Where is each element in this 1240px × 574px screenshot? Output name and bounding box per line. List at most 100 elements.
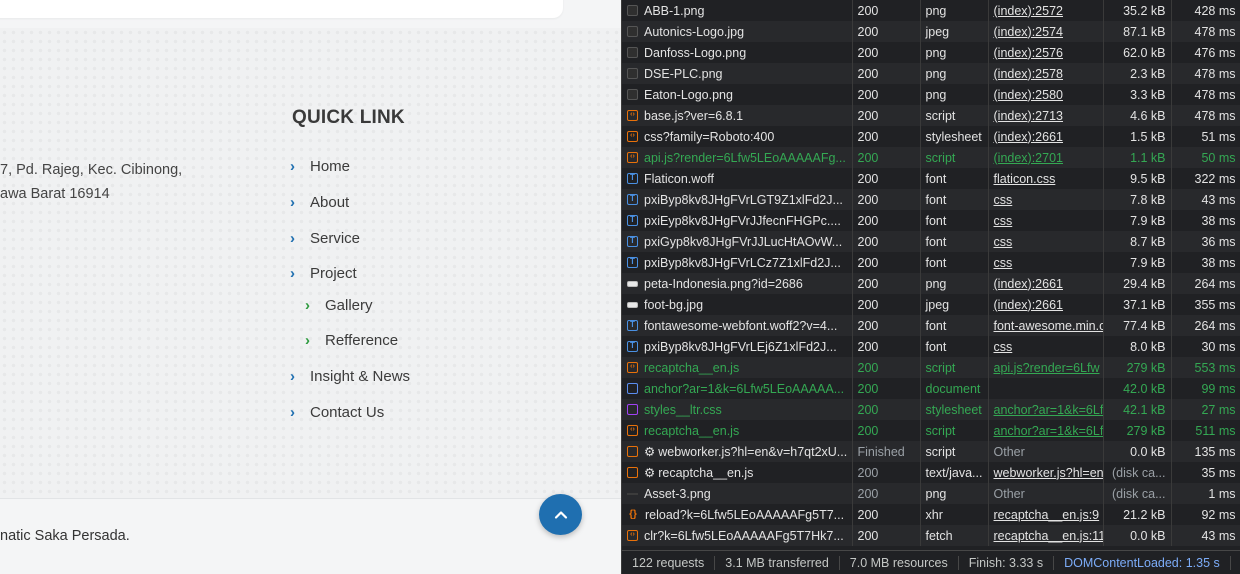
initiator-link[interactable]: (index):2661 [994,277,1064,291]
request-name-cell[interactable]: foot-bg.jpg [622,294,853,315]
footer-link-about[interactable]: › About [290,194,349,211]
initiator-link[interactable]: flaticon.css [994,172,1056,186]
request-name-cell[interactable]: Autonics-Logo.jpg [622,21,853,42]
request-name-cell[interactable]: DSE-PLC.png [622,63,853,84]
initiator-cell[interactable]: api.js?render=6Lfw [988,357,1104,378]
network-request-row[interactable]: styles__ltr.css 200 stylesheet anchor?ar=1&… [622,399,1240,420]
initiator-cell[interactable]: (index):2576 [988,42,1104,63]
initiator-link[interactable]: css [994,235,1013,249]
initiator-link[interactable]: css [994,193,1013,207]
network-request-row[interactable]: peta-Indonesia.png?id=2686 200 png (index):… [622,273,1240,294]
network-request-row[interactable]: Eaton-Logo.png 200 png (index):2580 3.3 kB 47… [622,84,1240,105]
initiator-link[interactable]: (index):2572 [994,4,1064,18]
request-name-cell[interactable]: TpxiByp8kv8JHgFVrLCz7Z1xlFd2J... [622,252,853,273]
initiator-cell[interactable]: (index):2578 [988,63,1104,84]
network-request-row[interactable]: TpxiByp8kv8JHgFVrLGT9Z1xlFd2J... 200 font c… [622,189,1240,210]
initiator-cell[interactable]: css [988,252,1104,273]
initiator-link[interactable]: recaptcha__en.js:9 [994,508,1100,522]
network-request-row[interactable]: TpxiGyp8kv8JHgFVrJJLucHtAOvW... 200 font cs… [622,231,1240,252]
network-request-row[interactable]: Asset-3.png 200 png Other (disk ca... 1 ms [622,483,1240,504]
network-request-row[interactable]: ‹› css?family=Roboto:400 200 stylesheet (ind… [622,126,1240,147]
footer-link-gallery[interactable]: › Gallery [305,297,373,314]
initiator-cell[interactable]: css [988,189,1104,210]
initiator-cell[interactable]: (index):2701 [988,147,1104,168]
footer-link-insight-news[interactable]: › Insight & News [290,368,410,385]
network-request-row[interactable]: Tfontawesome-webfont.woff2?v=4... 200 font… [622,315,1240,336]
initiator-cell[interactable]: font-awesome.min.c [988,315,1104,336]
initiator-cell[interactable]: flaticon.css [988,168,1104,189]
request-name-cell[interactable]: ‹› recaptcha__en.js [622,420,853,441]
network-request-row[interactable]: anchor?ar=1&k=6Lfw5LEoAAAAA... 200 documen… [622,378,1240,399]
request-name-cell[interactable]: styles__ltr.css [622,399,853,420]
network-request-row[interactable]: TpxiByp8kv8JHgFVrLEj6Z1xlFd2J... 200 font c… [622,336,1240,357]
initiator-cell[interactable]: (index):2661 [988,294,1104,315]
footer-link-project[interactable]: › Project [290,265,357,282]
initiator-link[interactable]: api.js?render=6Lfw [994,361,1100,375]
initiator-link[interactable]: (index):2661 [994,130,1064,144]
initiator-link[interactable]: (index):2701 [994,151,1064,165]
initiator-cell[interactable]: anchor?ar=1&k=6Lf [988,399,1104,420]
network-request-row[interactable]: TpxiEyp8kv8JHgFVrJJfecnFHGPc.... 200 font c… [622,210,1240,231]
request-name-cell[interactable]: ABB-1.png [622,0,853,21]
initiator-cell[interactable]: recaptcha__en.js:9 [988,504,1104,525]
network-request-row[interactable]: ‹› recaptcha__en.js 200 script api.js?render… [622,357,1240,378]
footer-link-home[interactable]: › Home [290,158,350,175]
footer-link-contact-us[interactable]: › Contact Us [290,404,384,421]
network-request-row[interactable]: ‹› recaptcha__en.js 200 script anchor?ar=1&k… [622,420,1240,441]
request-name-cell[interactable]: T Flaticon.woff [622,168,853,189]
initiator-cell[interactable]: css [988,336,1104,357]
request-name-cell[interactable]: Tfontawesome-webfont.woff2?v=4... [622,315,853,336]
initiator-link[interactable]: anchor?ar=1&k=6Lf [994,424,1103,438]
request-name-cell[interactable]: ⚙ recaptcha__en.js [622,462,853,483]
initiator-cell[interactable]: webworker.js?hl=en [988,462,1104,483]
network-request-row[interactable]: DSE-PLC.png 200 png (index):2578 2.3 kB 478 m… [622,63,1240,84]
request-name-cell[interactable]: {} reload?k=6Lfw5LEoAAAAAFg5T7... [622,504,853,525]
request-name-cell[interactable]: ⚙ webworker.js?hl=en&v=h7qt2xU... [622,441,853,462]
request-name-cell[interactable]: TpxiByp8kv8JHgFVrLEj6Z1xlFd2J... [622,336,853,357]
initiator-cell[interactable]: (index):2580 [988,84,1104,105]
initiator-link[interactable]: (index):2576 [994,46,1064,60]
network-request-row[interactable]: ⚙ webworker.js?hl=en&v=h7qt2xU... Finished… [622,441,1240,462]
request-name-cell[interactable]: ‹› recaptcha__en.js [622,357,853,378]
initiator-cell[interactable] [988,378,1104,399]
network-request-row[interactable]: {} reload?k=6Lfw5LEoAAAAAFg5T7... 200 xhr re… [622,504,1240,525]
initiator-cell[interactable]: (index):2572 [988,0,1104,21]
initiator-cell[interactable]: (index):2574 [988,21,1104,42]
request-name-cell[interactable]: TpxiByp8kv8JHgFVrLGT9Z1xlFd2J... [622,189,853,210]
request-name-cell[interactable]: anchor?ar=1&k=6Lfw5LEoAAAAA... [622,378,853,399]
network-request-row[interactable]: T Flaticon.woff 200 font flaticon.css 9.5 kB 3… [622,168,1240,189]
request-name-cell[interactable]: ‹› clr?k=6Lfw5LEoAAAAAFg5T7Hk7... [622,525,853,546]
initiator-cell[interactable]: (index):2661 [988,273,1104,294]
initiator-cell[interactable]: (index):2661 [988,126,1104,147]
request-name-cell[interactable]: Eaton-Logo.png [622,84,853,105]
network-request-row[interactable]: ‹› base.js?ver=6.8.1 200 script (index):2713… [622,105,1240,126]
network-request-row[interactable]: ‹› clr?k=6Lfw5LEoAAAAAFg5T7Hk7... 200 fetch… [622,525,1240,546]
footer-link-service[interactable]: › Service [290,230,360,247]
initiator-cell[interactable]: css [988,231,1104,252]
network-request-row[interactable]: TpxiByp8kv8JHgFVrLCz7Z1xlFd2J... 200 font c… [622,252,1240,273]
network-request-row[interactable]: foot-bg.jpg 200 jpeg (index):2661 37.1 kB 355… [622,294,1240,315]
initiator-link[interactable]: recaptcha__en.js:11 [994,529,1103,543]
request-name-cell[interactable]: ‹› css?family=Roboto:400 [622,126,853,147]
initiator-link[interactable]: css [994,214,1013,228]
request-name-cell[interactable]: Danfoss-Logo.png [622,42,853,63]
initiator-link[interactable]: webworker.js?hl=en [994,466,1103,480]
footer-link-refference[interactable]: › Refference [305,332,398,349]
initiator-link[interactable]: anchor?ar=1&k=6Lf [994,403,1103,417]
request-name-cell[interactable]: peta-Indonesia.png?id=2686 [622,273,853,294]
back-to-top-button[interactable] [539,494,582,535]
initiator-cell[interactable]: (index):2713 [988,105,1104,126]
request-name-cell[interactable]: TpxiGyp8kv8JHgFVrJJLucHtAOvW... [622,231,853,252]
initiator-cell[interactable]: css [988,210,1104,231]
initiator-cell[interactable]: Other [988,483,1104,504]
network-request-row[interactable]: ⚙ recaptcha__en.js 200 text/java... webworke… [622,462,1240,483]
network-request-row[interactable]: Autonics-Logo.jpg 200 jpeg (index):2574 87.1… [622,21,1240,42]
initiator-cell[interactable]: recaptcha__en.js:11 [988,525,1104,546]
request-name-cell[interactable]: ‹› api.js?render=6Lfw5LEoAAAAAFg... [622,147,853,168]
initiator-link[interactable]: (index):2574 [994,25,1064,39]
initiator-link[interactable]: (index):2713 [994,109,1064,123]
initiator-link[interactable]: css [994,256,1013,270]
initiator-cell[interactable]: anchor?ar=1&k=6Lf [988,420,1104,441]
initiator-link[interactable]: (index):2661 [994,298,1064,312]
initiator-cell[interactable]: Other [988,441,1104,462]
